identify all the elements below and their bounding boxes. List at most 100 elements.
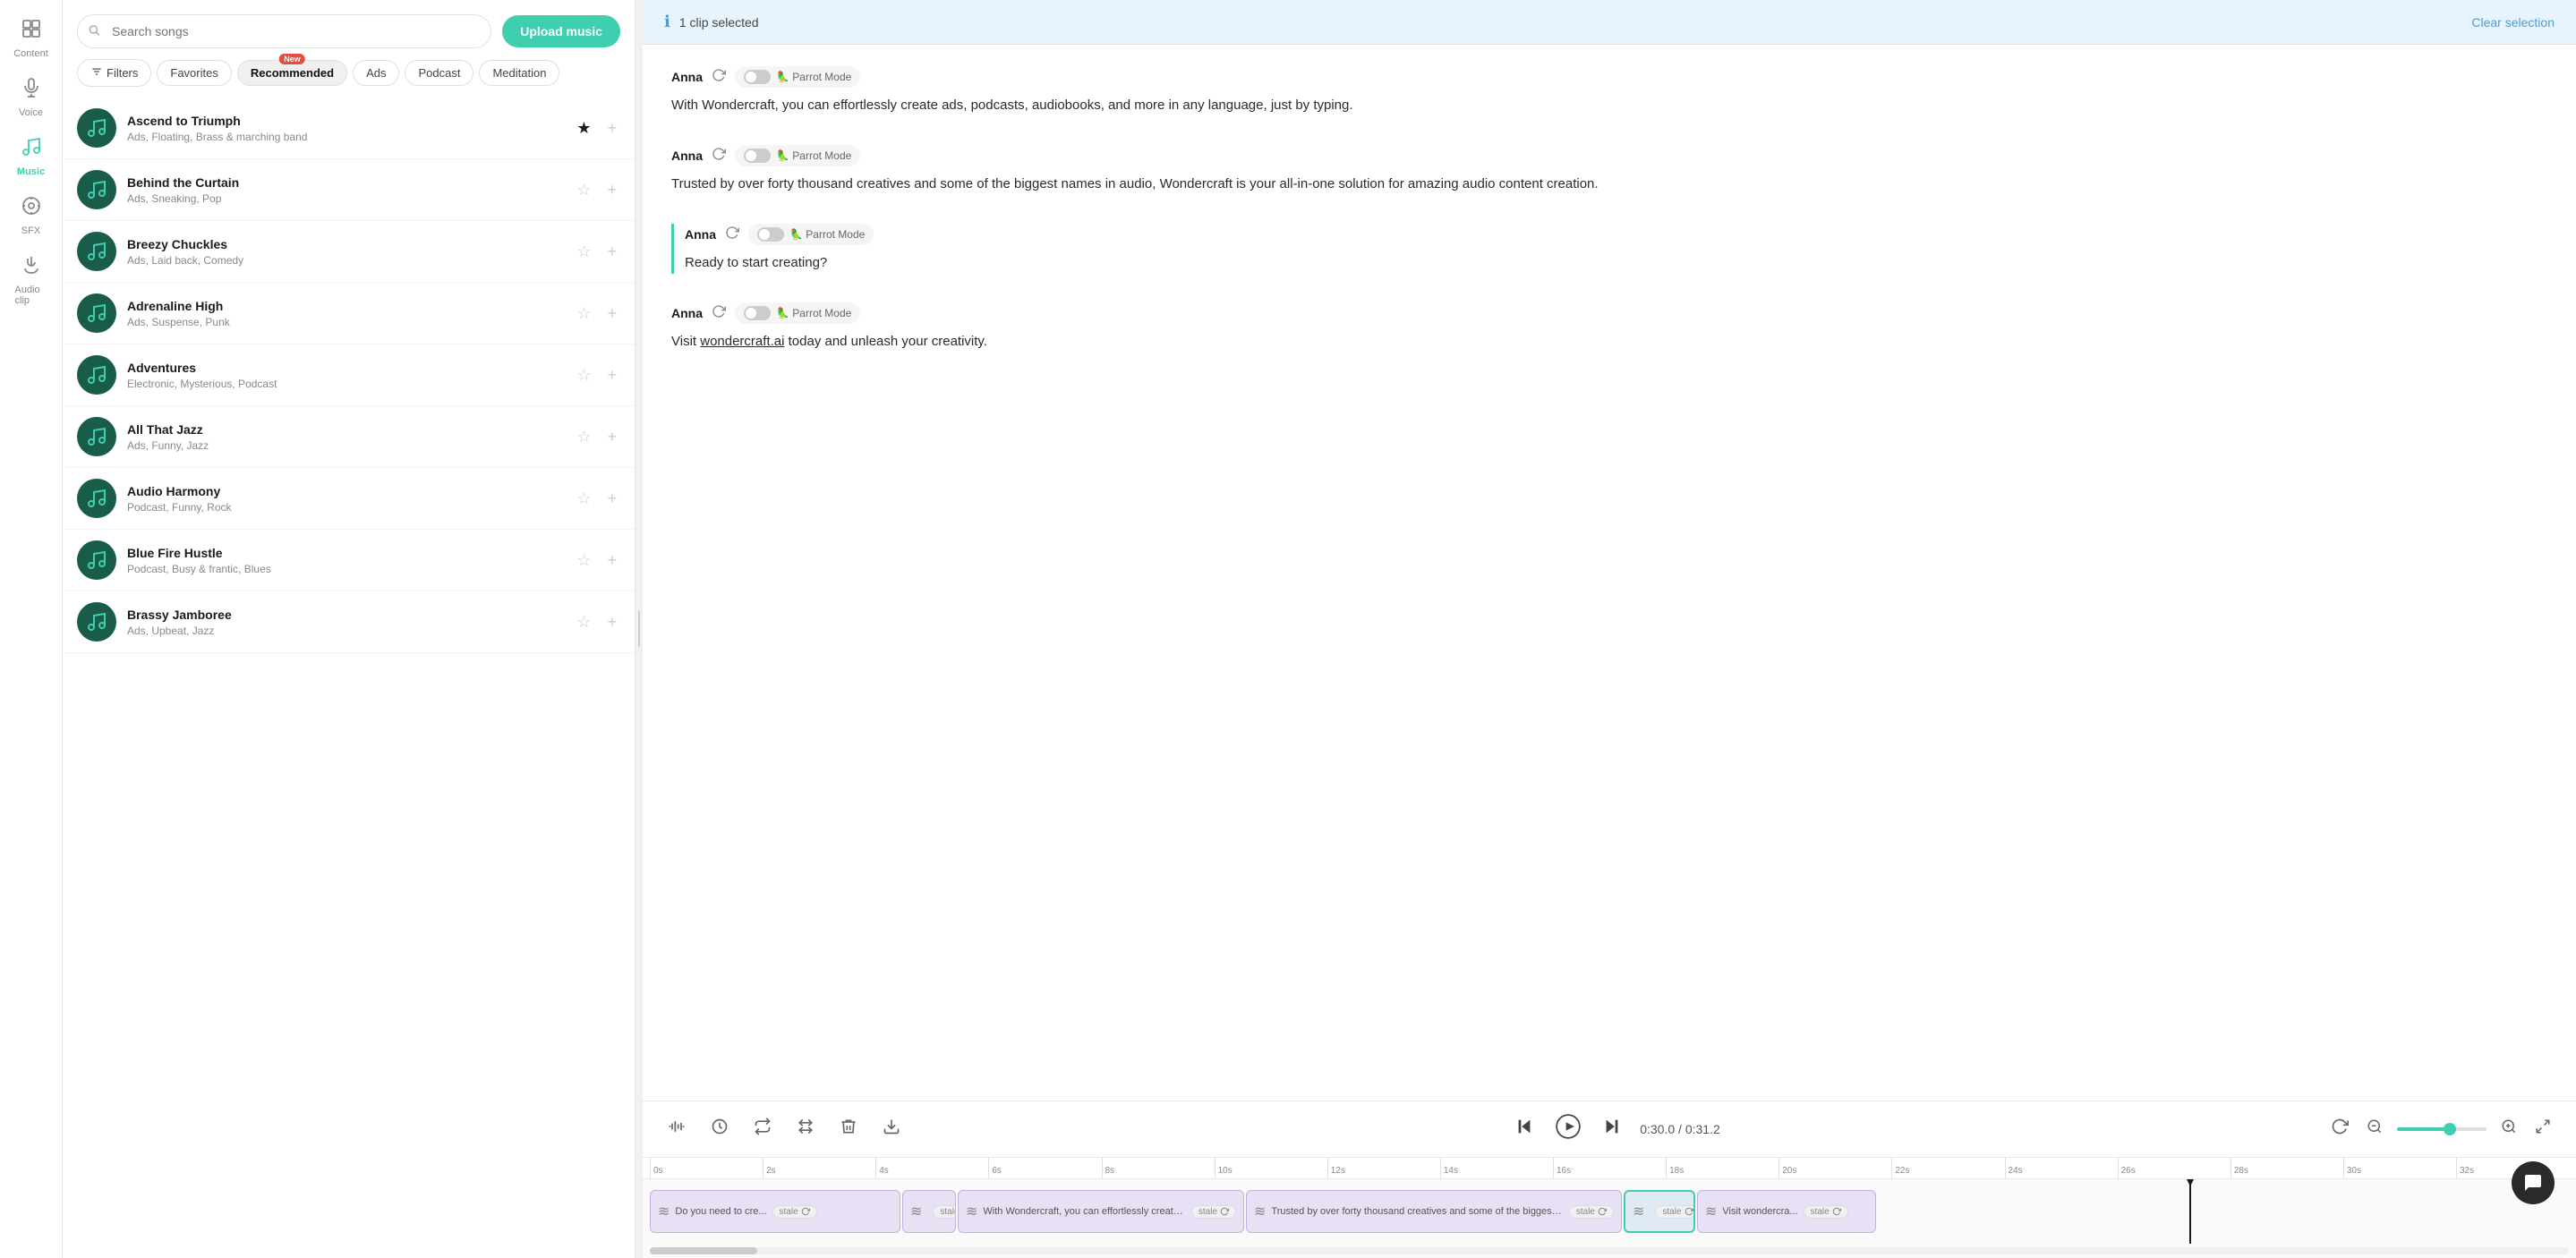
- history-button[interactable]: [707, 1114, 732, 1144]
- favorite-button[interactable]: ☆: [573, 609, 594, 635]
- loop-button[interactable]: [750, 1114, 775, 1144]
- add-button[interactable]: +: [603, 177, 620, 203]
- filter-meditation-button[interactable]: Meditation: [479, 60, 559, 86]
- refresh-icon[interactable]: [712, 68, 726, 87]
- song-item[interactable]: Ascend to Triumph Ads, Floating, Brass &…: [63, 98, 635, 159]
- filter-recommended-button[interactable]: New Recommended: [237, 60, 347, 86]
- toggle-switch[interactable]: [744, 70, 771, 84]
- resize-handle[interactable]: [635, 0, 643, 1258]
- add-button[interactable]: +: [603, 609, 620, 635]
- ruler-mark: 6s: [988, 1158, 1101, 1178]
- song-item[interactable]: Blue Fire Hustle Podcast, Busy & frantic…: [63, 530, 635, 591]
- filter-filters-button[interactable]: Filters: [77, 59, 151, 87]
- favorite-button[interactable]: ☆: [573, 362, 594, 388]
- filter-ads-label: Ads: [366, 66, 386, 80]
- split-button[interactable]: [793, 1114, 818, 1144]
- song-item[interactable]: All That Jazz Ads, Funny, Jazz ☆ +: [63, 406, 635, 468]
- stale-badge: stale: [1191, 1205, 1236, 1219]
- toggle-switch[interactable]: [757, 227, 784, 242]
- refresh-icon[interactable]: [712, 304, 726, 323]
- refresh-icon[interactable]: [725, 225, 739, 244]
- song-info: Breezy Chuckles Ads, Laid back, Comedy: [127, 237, 562, 267]
- ruler-mark: 30s: [2343, 1158, 2456, 1178]
- ruler-mark: 18s: [1666, 1158, 1778, 1178]
- segment: Anna 🦜 Parrot Mode With Wondercraft, you…: [671, 66, 2547, 116]
- song-title: Blue Fire Hustle: [127, 546, 562, 560]
- rewind-button[interactable]: [1511, 1113, 1538, 1145]
- song-item[interactable]: Adventures Electronic, Mysterious, Podca…: [63, 344, 635, 406]
- song-item[interactable]: Audio Harmony Podcast, Funny, Rock ☆ +: [63, 468, 635, 530]
- download-button[interactable]: [879, 1114, 904, 1144]
- sidebar-item-sfx[interactable]: SFX: [4, 188, 58, 243]
- song-item[interactable]: Breezy Chuckles Ads, Laid back, Comedy ☆…: [63, 221, 635, 283]
- song-tags: Electronic, Mysterious, Podcast: [127, 378, 562, 390]
- filter-favorites-label: Favorites: [170, 66, 218, 80]
- sidebar-item-music[interactable]: Music: [4, 129, 58, 184]
- refresh-icon[interactable]: [712, 147, 726, 166]
- favorite-button[interactable]: ☆: [573, 486, 594, 512]
- filter-meditation-label: Meditation: [492, 66, 546, 80]
- add-button[interactable]: +: [603, 301, 620, 327]
- song-actions: ☆ +: [573, 362, 620, 388]
- zoom-slider[interactable]: [2397, 1127, 2486, 1131]
- song-title: Adventures: [127, 361, 562, 375]
- song-info: Adrenaline High Ads, Suspense, Punk: [127, 299, 562, 328]
- toggle-switch[interactable]: [744, 306, 771, 320]
- favorite-button[interactable]: ☆: [573, 239, 594, 265]
- parrot-toggle[interactable]: 🦜 Parrot Mode: [735, 145, 860, 166]
- track-clip[interactable]: ≋ Do you need to cre... stale: [650, 1190, 900, 1233]
- song-item[interactable]: Behind the Curtain Ads, Sneaking, Pop ☆ …: [63, 159, 635, 221]
- favorite-button[interactable]: ☆: [573, 177, 594, 203]
- parrot-toggle[interactable]: 🦜 Parrot Mode: [735, 66, 860, 88]
- parrot-toggle[interactable]: 🦜 Parrot Mode: [748, 224, 874, 245]
- song-item[interactable]: Adrenaline High Ads, Suspense, Punk ☆ +: [63, 283, 635, 344]
- add-button[interactable]: +: [603, 362, 620, 388]
- sidebar-item-voice[interactable]: Voice: [4, 70, 58, 125]
- sidebar-item-content[interactable]: Content: [4, 11, 58, 66]
- play-button[interactable]: [1552, 1110, 1584, 1148]
- filter-ads-button[interactable]: Ads: [353, 60, 399, 86]
- search-input[interactable]: [77, 14, 491, 48]
- wondercraft-link[interactable]: wondercraft.ai: [700, 334, 784, 349]
- add-button[interactable]: +: [603, 548, 620, 574]
- scrollbar-thumb[interactable]: [650, 1247, 757, 1254]
- add-button[interactable]: +: [603, 486, 620, 512]
- clear-selection-button[interactable]: Clear selection: [2471, 15, 2555, 30]
- track-clip[interactable]: ≋ stale: [1624, 1190, 1695, 1233]
- add-button[interactable]: +: [603, 115, 620, 141]
- filter-podcast-button[interactable]: Podcast: [405, 60, 473, 86]
- song-item[interactable]: Brassy Jamboree Ads, Upbeat, Jazz ☆ +: [63, 591, 635, 653]
- filter-label: Filters: [107, 66, 138, 80]
- toggle-switch[interactable]: [744, 149, 771, 163]
- filter-favorites-button[interactable]: Favorites: [157, 60, 231, 86]
- upload-music-button[interactable]: Upload music: [502, 15, 620, 47]
- song-title: Behind the Curtain: [127, 175, 562, 190]
- song-actions: ☆ +: [573, 239, 620, 265]
- favorite-button[interactable]: ☆: [573, 301, 594, 327]
- song-tags: Ads, Funny, Jazz: [127, 439, 562, 452]
- song-actions: ★ +: [573, 115, 620, 141]
- fast-forward-button[interactable]: [1599, 1113, 1625, 1145]
- favorite-button[interactable]: ☆: [573, 424, 594, 450]
- speaker-name: Anna: [671, 70, 703, 84]
- track-clip[interactable]: ≋ Trusted by over forty thousand creativ…: [1246, 1190, 1622, 1233]
- ruler-marks: 0s2s4s6s8s10s12s14s16s18s20s22s24s26s28s…: [643, 1158, 2576, 1178]
- refresh-toolbar-button[interactable]: [2327, 1114, 2352, 1144]
- track-clip[interactable]: ≋ With Wondercraft, you can effortlessly…: [958, 1190, 1244, 1233]
- expand-button[interactable]: [2531, 1115, 2555, 1143]
- chat-bubble[interactable]: [2512, 1161, 2555, 1204]
- zoom-in-button[interactable]: [2497, 1115, 2521, 1143]
- zoom-out-button[interactable]: [2363, 1115, 2386, 1143]
- track-clip[interactable]: ≋ stale: [902, 1190, 956, 1233]
- add-button[interactable]: +: [603, 424, 620, 450]
- ruler-mark: 24s: [2005, 1158, 2118, 1178]
- waveform-button[interactable]: [664, 1114, 689, 1144]
- delete-button[interactable]: [836, 1114, 861, 1144]
- playhead[interactable]: [2189, 1179, 2191, 1244]
- sidebar-item-audio-clip[interactable]: Audio clip: [4, 247, 58, 313]
- parrot-toggle[interactable]: 🦜 Parrot Mode: [735, 302, 860, 324]
- favorite-button[interactable]: ☆: [573, 548, 594, 574]
- add-button[interactable]: +: [603, 239, 620, 265]
- track-clip[interactable]: ≋ Visit wondercra... stale: [1697, 1190, 1876, 1233]
- favorite-button[interactable]: ★: [573, 115, 594, 141]
